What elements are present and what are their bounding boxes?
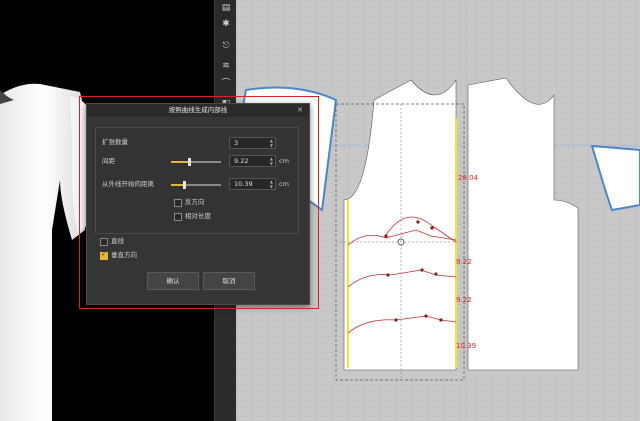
measure-label-2: 9.22 (456, 258, 472, 266)
measure-label-4: 10.39 (456, 342, 476, 350)
tool-icon-5[interactable]: ⌒ (219, 78, 233, 90)
tool-icon-2[interactable]: ✱ (219, 18, 233, 30)
measure-label-1: 28.04 (458, 174, 479, 182)
highlight-frame (79, 96, 319, 309)
tool-icon-1[interactable]: ▤ (219, 2, 233, 14)
measure-label-3: 9.22 (456, 296, 472, 304)
tool-icon-3[interactable]: ⎋ (219, 40, 233, 52)
tool-icon-4[interactable]: ≋ (219, 60, 233, 72)
